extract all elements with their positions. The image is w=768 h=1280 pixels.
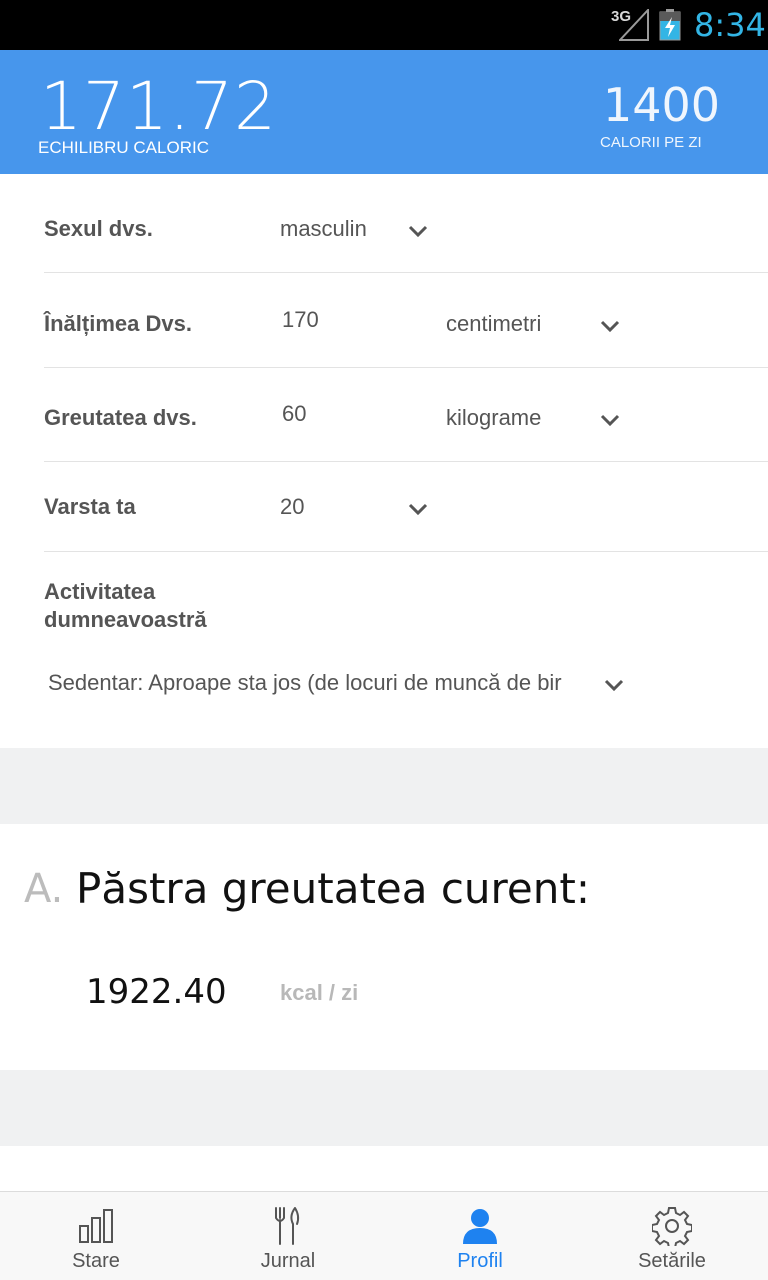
age-select[interactable]: 20 [280, 482, 440, 532]
age-value: 20 [280, 494, 305, 519]
age-row: Varsta ta 20 [44, 462, 768, 552]
weight-unit-select[interactable]: kilograme [446, 395, 636, 445]
weight-unit-value: kilograme [446, 405, 542, 430]
height-input[interactable]: 170 [282, 307, 319, 333]
tab-label: Jurnal [260, 1250, 316, 1272]
height-unit-value: centimetri [446, 311, 542, 336]
height-unit-select[interactable]: centimetri [446, 301, 636, 351]
fork-knife-icon [192, 1206, 384, 1246]
caloric-balance-label: ECHILIBRU CALORIC [38, 138, 209, 157]
section-letter: A. [24, 866, 64, 912]
tab-label: Profil [457, 1250, 503, 1272]
activity-label-line2: dumneavoastră [44, 607, 207, 632]
section-divider [0, 748, 768, 824]
caloric-balance-value: 171.72 [40, 68, 277, 145]
maintain-calories-value: 1922.40 [86, 972, 227, 1012]
activity-value: Sedentar: Aproape sta jos (de locuri de … [48, 670, 562, 695]
daily-calories-label: CALORII PE ZI [600, 134, 702, 151]
tab-stare[interactable]: Stare [0, 1192, 192, 1280]
chevron-down-icon [600, 319, 620, 333]
age-label: Varsta ta [44, 494, 136, 519]
weight-input[interactable]: 60 [282, 401, 306, 427]
tab-jurnal[interactable]: Jurnal [192, 1192, 384, 1280]
tab-setarile[interactable]: Setările [576, 1192, 768, 1280]
chevron-down-icon [408, 224, 428, 238]
section-divider [0, 1070, 768, 1146]
chevron-down-icon [600, 413, 620, 427]
activity-label-line1: Activitatea [44, 579, 156, 604]
tab-label: Stare [72, 1250, 120, 1272]
tab-profil[interactable]: Profil [384, 1192, 576, 1280]
activity-select[interactable]: Sedentar: Aproape sta jos (de locuri de … [48, 666, 628, 706]
sex-label: Sexul dvs. [44, 216, 153, 241]
tab-label: Setările [638, 1250, 706, 1272]
maintain-weight-section: A. Păstra greutatea curent: 1922.40 kcal… [0, 824, 768, 1070]
gear-icon [576, 1206, 768, 1246]
signal-icon [619, 9, 649, 41]
height-row: Înălțimea Dvs. 170 centimetri [44, 273, 768, 368]
activity-row: Activitatea dumneavoastră Sedentar: Apro… [44, 552, 768, 748]
activity-label: Activitatea dumneavoastră [44, 578, 207, 634]
battery-charging-icon [659, 9, 681, 41]
height-label: Înălțimea Dvs. [44, 311, 192, 336]
next-section [0, 1146, 768, 1192]
maintain-calories-unit: kcal / zi [280, 980, 359, 1005]
section-title: Păstra greutatea curent: [76, 864, 590, 913]
weight-row: Greutatea dvs. 60 kilograme [44, 368, 768, 462]
clock: 8:34 [694, 6, 766, 44]
bar-chart-icon [0, 1206, 192, 1246]
weight-label: Greutatea dvs. [44, 405, 197, 430]
sex-row: Sexul dvs. masculin [44, 174, 768, 273]
sex-value: masculin [280, 216, 367, 241]
bottom-navigation: Stare Jurnal Profil Setările [0, 1191, 768, 1280]
chevron-down-icon [408, 502, 428, 516]
profile-form: Sexul dvs. masculin Înălțimea Dvs. 170 c… [0, 174, 768, 748]
chevron-down-icon [604, 678, 624, 692]
calorie-header: 171.72 ECHILIBRU CALORIC 1400 CALORII PE… [0, 50, 768, 174]
daily-calories-value: 1400 [603, 78, 721, 132]
person-icon [384, 1206, 576, 1246]
status-bar: 3G 8:34 [0, 0, 768, 50]
sex-select[interactable]: masculin [280, 204, 440, 254]
